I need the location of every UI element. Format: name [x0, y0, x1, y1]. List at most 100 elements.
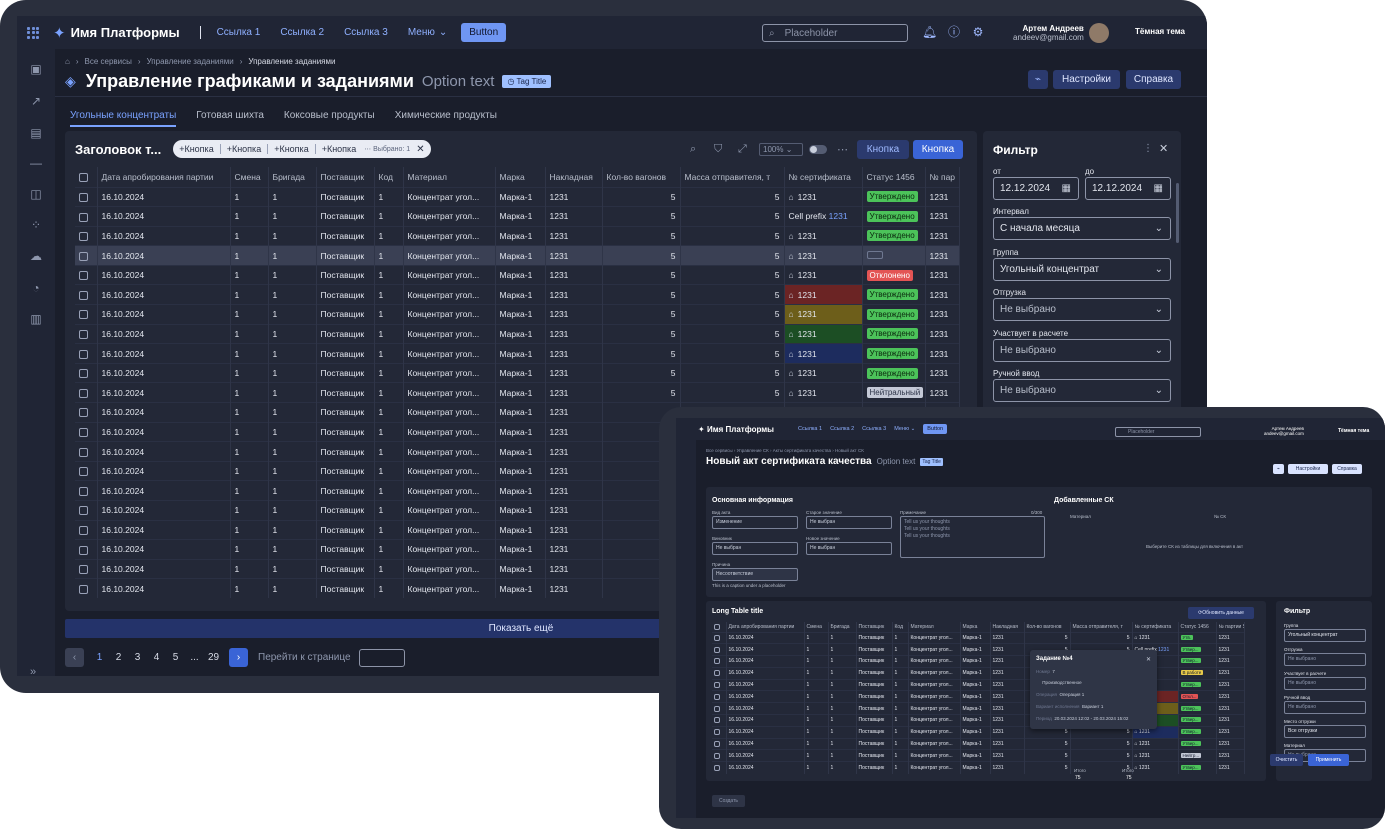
chip-button-1[interactable]: + Кнопка	[179, 144, 214, 154]
s2-table-row[interactable]: 16.10.2024 1 1 Поставщик 1 Концентрат угол...…	[712, 690, 1245, 703]
info-icon[interactable]: ⓘ	[947, 25, 961, 39]
next-page-button[interactable]: ›	[229, 648, 248, 667]
s2-row-checkbox[interactable]	[714, 705, 720, 712]
s2-col-status[interactable]: Статус 1456	[1178, 622, 1217, 632]
row-checkbox[interactable]	[79, 408, 88, 418]
col-header-supplier[interactable]: Поставщик	[316, 167, 375, 187]
s2-culprit-select[interactable]: Не выбран	[712, 542, 798, 555]
s2-col-invoice[interactable]: Накладная	[990, 622, 1025, 632]
row-checkbox[interactable]	[79, 369, 88, 379]
s2-row-checkbox[interactable]	[714, 752, 720, 759]
s2-row-checkbox[interactable]	[714, 764, 720, 771]
s2-table-row[interactable]: 16.10.2024 1 1 Поставщик 1 Концентрат угол...…	[712, 631, 1245, 644]
top-link-2[interactable]: Ссылка 2	[280, 27, 324, 38]
table-row[interactable]: 16.10.2024 1 1 Поставщик 1 Концентрат угол...…	[75, 304, 960, 325]
s2-filter-select[interactable]: Не выбрано	[1284, 701, 1366, 714]
row-checkbox[interactable]	[79, 565, 88, 575]
s2-col-material[interactable]: Материал	[908, 622, 961, 632]
s2-col-wagons[interactable]: Кол-во вагонов	[1024, 622, 1071, 632]
s2-col-certificate[interactable]: № сертификата	[1132, 622, 1179, 632]
attach-button[interactable]: ⌁	[1028, 70, 1048, 89]
s2-clear-button[interactable]: Очистить	[1270, 754, 1303, 766]
modules-icon[interactable]: ⁘	[29, 218, 43, 232]
clear-selection-icon[interactable]: ✕	[416, 144, 424, 155]
row-checkbox[interactable]	[79, 251, 88, 261]
s2-new-value-input[interactable]: Не выбран	[806, 542, 892, 555]
filter-select[interactable]: Не выбрано ⌄	[993, 379, 1171, 402]
calendar-settings-icon[interactable]: ▤	[29, 126, 43, 140]
factory-icon[interactable]: ▥	[29, 312, 43, 326]
more-icon[interactable]: ⋯	[837, 143, 848, 156]
chip-button-3[interactable]: + Кнопка	[261, 144, 309, 154]
page-3[interactable]: 3	[128, 652, 147, 663]
s2-col-date[interactable]: Дата апробирования партии	[726, 622, 805, 632]
s2-row-checkbox[interactable]	[714, 670, 720, 677]
row-checkbox[interactable]	[79, 290, 88, 300]
row-checkbox[interactable]	[79, 467, 88, 477]
s2-table-row[interactable]: 16.10.2024 1 1 Поставщик 1 Концентрат угол...…	[712, 666, 1245, 680]
row-checkbox[interactable]	[79, 428, 88, 438]
search-input[interactable]: ⌕ Placeholder	[762, 24, 908, 42]
settings-button[interactable]: Настройки	[1053, 70, 1120, 89]
s2-table-row[interactable]: 16.10.2024 1 1 Поставщик 1 Концентрат угол...…	[712, 655, 1245, 668]
col-header-invoice[interactable]: Накладная	[545, 167, 603, 187]
s2-table-row[interactable]: 16.10.2024 1 1 Поставщик 1 Концентрат угол...…	[712, 761, 1245, 774]
breadcrumb-item-1[interactable]: Все сервисы	[85, 57, 132, 66]
row-checkbox[interactable]	[79, 506, 88, 516]
s2-table-row[interactable]: 16.10.2024 1 1 Поставщик 1 Концентрат угол...…	[712, 714, 1245, 727]
s2-apply-button[interactable]: Применить	[1308, 754, 1349, 766]
top-action-button[interactable]: Button	[461, 23, 507, 42]
filter-scrollbar[interactable]	[1176, 183, 1179, 243]
expand-icon[interactable]: ⤢	[738, 143, 747, 156]
expand-sidebar-icon[interactable]: »	[30, 666, 36, 676]
col-header-shift[interactable]: Смена	[230, 167, 269, 187]
col-header-material[interactable]: Материал	[403, 167, 496, 187]
top-menu[interactable]: Меню ⌄	[408, 27, 447, 38]
filter-icon[interactable]: ⛉	[714, 143, 722, 156]
calendar-icon[interactable]: ▣	[29, 62, 43, 76]
cell-certificate[interactable]: ⌂ 1231	[784, 264, 863, 285]
goto-page-input[interactable]	[358, 648, 405, 667]
col-header-brigade[interactable]: Бригада	[268, 167, 317, 187]
page-5[interactable]: 5	[166, 652, 185, 663]
s2-row-checkbox[interactable]	[714, 693, 720, 700]
s2-filter-select[interactable]: Все отгрузки	[1284, 725, 1366, 738]
close-icon[interactable]: ✕	[1159, 142, 1168, 155]
s2-platform-name[interactable]: ✦ Имя Платформы	[698, 425, 774, 434]
top-link-3[interactable]: Ссылка 3	[344, 27, 388, 38]
table-primary-button[interactable]: Кнопка	[913, 140, 963, 159]
filter-more-icon[interactable]: ⋮	[1143, 143, 1153, 154]
s2-note-textarea[interactable]: Tell us your thoughts Tell us your thoug…	[900, 516, 1045, 558]
bell-icon[interactable]: 🔔︎	[922, 25, 937, 39]
s2-col-shift[interactable]: Смена	[804, 622, 829, 632]
filter-select[interactable]: Не выбрано ⌄	[993, 338, 1171, 362]
help-button[interactable]: Справка	[1126, 70, 1181, 89]
cell-certificate[interactable]: ⌂ 1231	[784, 225, 863, 246]
close-icon[interactable]: ✕	[1146, 656, 1151, 663]
cell-certificate[interactable]: ⌂ 1231	[784, 362, 863, 383]
row-checkbox[interactable]	[79, 486, 88, 496]
row-checkbox[interactable]	[79, 232, 88, 242]
tab-ready-charge[interactable]: Готовая шихта	[196, 110, 264, 127]
col-header-certificate[interactable]: № сертификата	[784, 167, 863, 187]
s2-filter-select[interactable]: Не выбрано	[1284, 653, 1366, 666]
chip-button-4[interactable]: + Кнопка	[309, 144, 357, 154]
s2-top-link-1[interactable]: Ссылка 1	[798, 426, 822, 432]
top-link-1[interactable]: Ссылка 1	[217, 27, 261, 38]
page-29[interactable]: 29	[204, 652, 223, 663]
cell-certificate[interactable]: ⌂ 1231	[784, 186, 863, 207]
page-2[interactable]: 2	[109, 652, 128, 663]
row-checkbox[interactable]	[79, 447, 88, 457]
platform-logo[interactable]: ✦ Имя Платформы	[53, 24, 180, 42]
s2-row-checkbox[interactable]	[714, 634, 720, 641]
pie-chart-icon[interactable]: ◔	[29, 281, 43, 295]
s2-table-row[interactable]: 16.10.2024 1 1 Поставщик 1 Концентрат угол...…	[712, 737, 1245, 750]
theme-toggle[interactable]: Тёмная тема	[1135, 27, 1185, 36]
cell-certificate[interactable]: Cell prefix 1231	[784, 206, 863, 227]
s2-row-checkbox[interactable]	[714, 658, 720, 665]
s2-col-batch[interactable]: № партии SA	[1216, 622, 1245, 632]
s2-refresh-button[interactable]: ⟳ Обновить данные	[1188, 607, 1254, 619]
breadcrumb-item-2[interactable]: Управление заданиями	[147, 57, 234, 66]
col-header-batch[interactable]: № пар	[925, 167, 960, 187]
cell-certificate[interactable]: ⌂ 1231	[784, 343, 863, 364]
